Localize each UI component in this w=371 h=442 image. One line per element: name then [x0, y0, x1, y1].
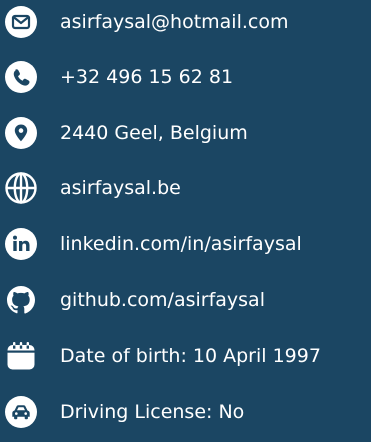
envelope-icon [4, 5, 38, 39]
map-pin-icon [4, 116, 38, 150]
contact-row-website: asirfaysal.be [0, 168, 371, 208]
linkedin-icon [4, 227, 38, 261]
contact-row-phone: +32 496 15 62 81 [0, 57, 371, 97]
github-link[interactable]: github.com/asirfaysal [60, 288, 265, 312]
linkedin-link[interactable]: linkedin.com/in/asirfaysal [60, 232, 302, 256]
email-link[interactable]: asirfaysal@hotmail.com [60, 10, 288, 34]
driving-license-text: Driving License: No [60, 401, 245, 423]
address-text: 2440 Geel, Belgium [60, 122, 248, 144]
birth-date-text: Date of birth: 10 April 1997 [60, 345, 321, 367]
contact-row-address: 2440 Geel, Belgium [0, 113, 371, 153]
contact-row-email: asirfaysal@hotmail.com [0, 2, 371, 42]
contact-row-license: Driving License: No [0, 392, 371, 432]
contact-row-github: github.com/asirfaysal [0, 280, 371, 320]
website-link[interactable]: asirfaysal.be [60, 176, 181, 200]
contact-panel: asirfaysal@hotmail.com +32 496 15 62 81 … [0, 0, 371, 442]
contact-row-birth: Date of birth: 10 April 1997 [0, 336, 371, 376]
phone-icon [4, 60, 38, 94]
car-icon [4, 395, 38, 429]
calendar-icon [4, 339, 38, 373]
phone-number[interactable]: +32 496 15 62 81 [60, 65, 233, 89]
globe-icon [4, 171, 38, 205]
github-icon [4, 283, 38, 317]
contact-row-linkedin: linkedin.com/in/asirfaysal [0, 224, 371, 264]
